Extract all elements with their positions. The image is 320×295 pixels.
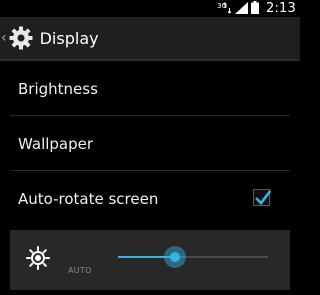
list-item-brightness[interactable]: Brightness — [0, 61, 300, 116]
list-item-wallpaper[interactable]: Wallpaper — [0, 116, 300, 171]
list-item-label: Wallpaper — [18, 134, 94, 153]
back-caret-icon: ‹ — [1, 30, 7, 46]
checkmark-icon — [255, 190, 272, 205]
brightness-dialog: AUTO — [10, 230, 290, 290]
brightness-sun-icon[interactable] — [26, 246, 50, 270]
gear-icon — [8, 25, 34, 51]
clock: 2:13 — [266, 1, 296, 16]
list-item-label: Auto-rotate screen — [18, 189, 159, 208]
display-settings-screen: 3G 2:13 ‹ Display Brightness Wallpaper A… — [0, 0, 300, 295]
auto-rotate-checkbox[interactable] — [253, 189, 272, 206]
auto-brightness-label[interactable]: AUTO — [68, 266, 92, 275]
page-title: Display — [39, 28, 99, 48]
network-type-label: 3G — [217, 1, 227, 10]
list-item-auto-rotate[interactable]: Auto-rotate screen — [0, 171, 300, 226]
slider-thumb-core — [170, 252, 180, 262]
battery-icon — [251, 0, 259, 18]
slider-thumb[interactable] — [164, 246, 186, 268]
list-item-label: Brightness — [18, 79, 98, 98]
action-bar: ‹ Display — [0, 17, 300, 61]
signal-strength-icon — [235, 0, 248, 18]
brightness-slider[interactable] — [118, 242, 268, 272]
settings-list: Brightness Wallpaper Auto-rotate screen — [0, 61, 300, 226]
up-navigation-button[interactable]: ‹ — [0, 16, 34, 60]
status-bar: 3G 2:13 — [0, 0, 300, 17]
